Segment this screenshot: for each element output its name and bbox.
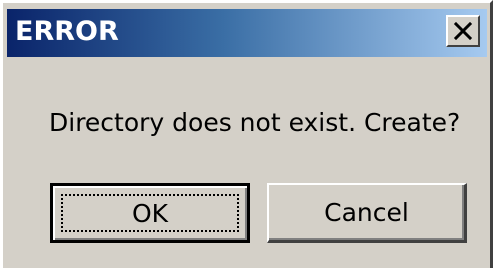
dialog-title: ERROR (15, 16, 119, 47)
ok-button[interactable]: OK (50, 183, 250, 243)
error-dialog: ERROR Directory does not exist. Create? … (0, 0, 493, 268)
close-button[interactable] (446, 15, 480, 47)
title-bar[interactable]: ERROR (7, 9, 487, 57)
dialog-message: Directory does not exist. Create? (49, 108, 461, 137)
cancel-button[interactable]: Cancel (267, 183, 467, 243)
focus-rectangle (61, 194, 239, 232)
cancel-button-label: Cancel (324, 198, 409, 227)
close-icon (453, 22, 473, 40)
